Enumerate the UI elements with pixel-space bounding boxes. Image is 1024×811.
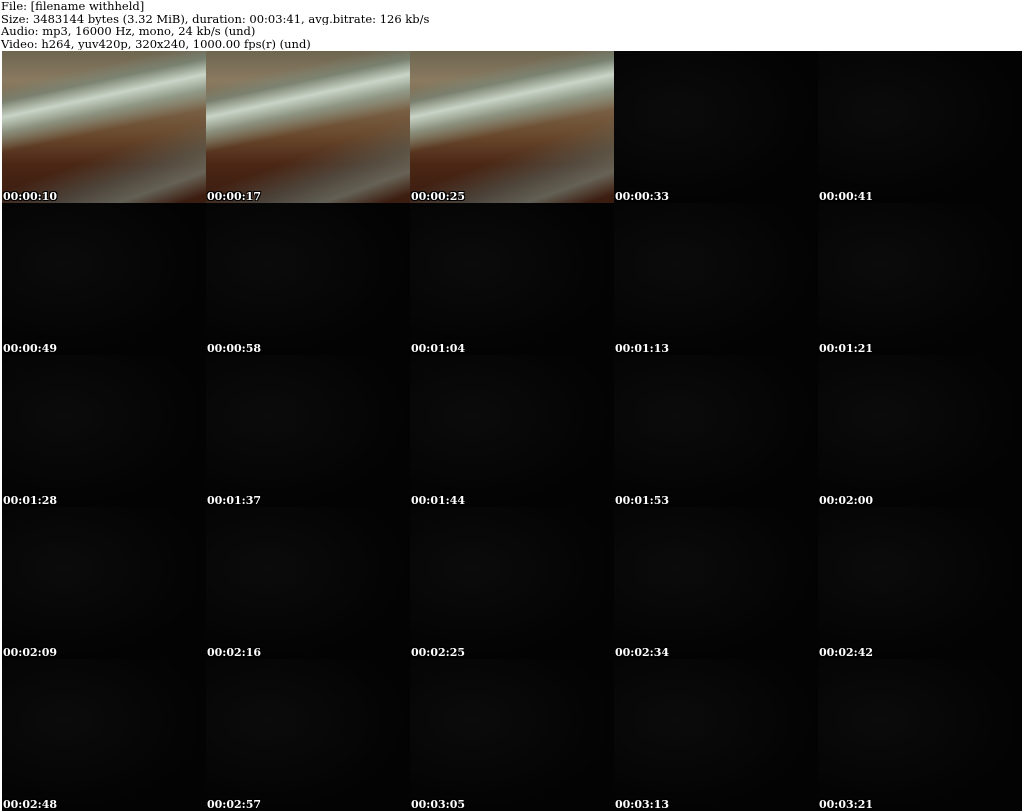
frame-timestamp: 00:01:21 bbox=[819, 342, 874, 355]
frame-timestamp: 00:03:05 bbox=[411, 798, 466, 811]
frame-timestamp: 00:02:34 bbox=[615, 646, 670, 659]
frame-timestamp: 00:00:49 bbox=[3, 342, 58, 355]
thumbnail-frame: 00:02:00 bbox=[818, 355, 1022, 507]
thumbnail-frame: 00:03:21 bbox=[818, 659, 1022, 811]
file-name-line: File: [filename withheld] bbox=[1, 0, 145, 13]
frame-timestamp: 00:02:48 bbox=[3, 798, 58, 811]
video-frame-image bbox=[818, 355, 1022, 507]
frame-timestamp: 00:00:17 bbox=[207, 190, 262, 203]
frame-timestamp: 00:00:25 bbox=[411, 190, 466, 203]
video-frame-image bbox=[410, 51, 614, 203]
frame-timestamp: 00:01:53 bbox=[615, 494, 670, 507]
video-frame-image bbox=[2, 203, 206, 355]
thumbnail-frame: 00:00:41 bbox=[818, 51, 1022, 203]
frame-timestamp: 00:01:28 bbox=[3, 494, 58, 507]
video-frame-image bbox=[614, 203, 818, 355]
thumbnail-frame: 00:00:33 bbox=[614, 51, 818, 203]
thumbnail-frame: 00:01:53 bbox=[614, 355, 818, 507]
frame-timestamp: 00:00:41 bbox=[819, 190, 874, 203]
thumbnail-frame: 00:01:44 bbox=[410, 355, 614, 507]
thumbnail-frame: 00:02:42 bbox=[818, 507, 1022, 659]
thumbnail-frame: 00:01:37 bbox=[206, 355, 410, 507]
frame-timestamp: 00:01:37 bbox=[207, 494, 262, 507]
video-frame-image bbox=[818, 659, 1022, 811]
video-frame-image bbox=[2, 507, 206, 659]
video-frame-image bbox=[206, 51, 410, 203]
thumbnail-frame: 00:02:25 bbox=[410, 507, 614, 659]
thumbnail-frame: 00:00:49 bbox=[2, 203, 206, 355]
thumbnail-frame: 00:01:13 bbox=[614, 203, 818, 355]
thumbnail-frame: 00:03:13 bbox=[614, 659, 818, 811]
thumbnail-frame: 00:00:25 bbox=[410, 51, 614, 203]
thumbnail-frame: 00:00:17 bbox=[206, 51, 410, 203]
thumbnail-frame: 00:00:10 bbox=[2, 51, 206, 203]
video-frame-image bbox=[2, 659, 206, 811]
thumbnail-frame: 00:01:28 bbox=[2, 355, 206, 507]
video-frame-image bbox=[2, 51, 206, 203]
frame-timestamp: 00:01:13 bbox=[615, 342, 670, 355]
audio-info-line: Audio: mp3, 16000 Hz, mono, 24 kb/s (und… bbox=[1, 25, 256, 38]
frame-timestamp: 00:00:10 bbox=[3, 190, 58, 203]
frame-timestamp: 00:02:25 bbox=[411, 646, 466, 659]
video-info-line: Video: h264, yuv420p, 320x240, 1000.00 f… bbox=[1, 37, 311, 50]
thumbnail-frame: 00:01:21 bbox=[818, 203, 1022, 355]
video-frame-image bbox=[614, 355, 818, 507]
frame-timestamp: 00:00:33 bbox=[615, 190, 670, 203]
video-frame-image bbox=[410, 355, 614, 507]
file-size-line: Size: 3483144 bytes (3.32 MiB), duration… bbox=[1, 12, 430, 25]
video-frame-image bbox=[206, 355, 410, 507]
thumbnail-frame: 00:03:05 bbox=[410, 659, 614, 811]
video-frame-image bbox=[614, 507, 818, 659]
video-frame-image bbox=[206, 203, 410, 355]
thumbnail-frame: 00:02:34 bbox=[614, 507, 818, 659]
frame-timestamp: 00:01:44 bbox=[411, 494, 466, 507]
video-frame-image bbox=[410, 203, 614, 355]
thumbnail-frame: 00:01:04 bbox=[410, 203, 614, 355]
video-frame-image bbox=[2, 355, 206, 507]
thumbnail-frame: 00:02:16 bbox=[206, 507, 410, 659]
video-frame-image bbox=[818, 51, 1022, 203]
frame-timestamp: 00:00:58 bbox=[207, 342, 262, 355]
thumbnail-frame: 00:02:48 bbox=[2, 659, 206, 811]
video-frame-image bbox=[818, 203, 1022, 355]
frame-timestamp: 00:03:21 bbox=[819, 798, 874, 811]
thumbnail-frame: 00:00:58 bbox=[206, 203, 410, 355]
frame-timestamp: 00:01:04 bbox=[411, 342, 466, 355]
thumbnail-frame: 00:02:09 bbox=[2, 507, 206, 659]
video-frame-image bbox=[410, 659, 614, 811]
frame-timestamp: 00:03:13 bbox=[615, 798, 670, 811]
frame-timestamp: 00:02:57 bbox=[207, 798, 262, 811]
frame-timestamp: 00:02:42 bbox=[819, 646, 874, 659]
video-frame-image bbox=[410, 507, 614, 659]
frame-timestamp: 00:02:00 bbox=[819, 494, 874, 507]
frame-timestamp: 00:02:09 bbox=[3, 646, 58, 659]
frame-timestamp: 00:02:16 bbox=[207, 646, 262, 659]
video-frame-image bbox=[818, 507, 1022, 659]
video-frame-image bbox=[614, 659, 818, 811]
video-frame-image bbox=[614, 51, 818, 203]
file-info-header: File: [filename withheld] Size: 3483144 … bbox=[0, 0, 1024, 51]
thumbnail-frame: 00:02:57 bbox=[206, 659, 410, 811]
thumbnail-grid: 00:00:10 00:00:17 00:00:25 00:00:33 00:00:41… bbox=[2, 51, 1022, 811]
video-frame-image bbox=[206, 659, 410, 811]
video-frame-image bbox=[206, 507, 410, 659]
